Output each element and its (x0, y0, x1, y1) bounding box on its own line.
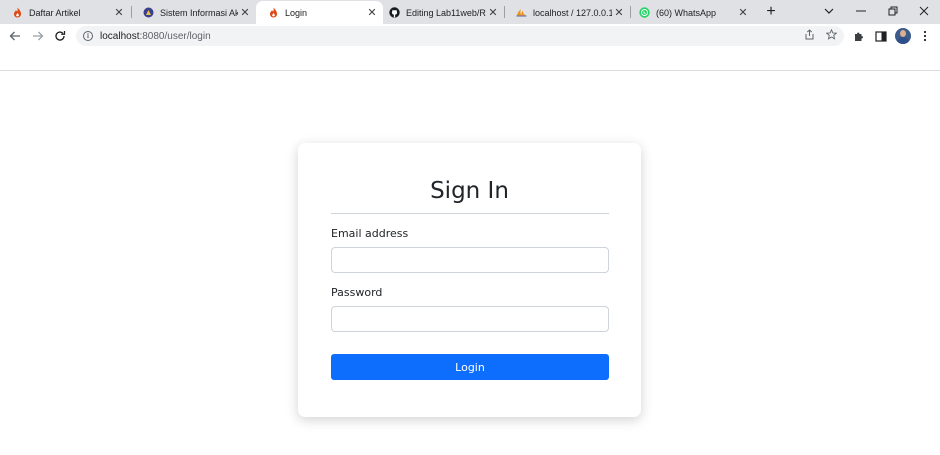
close-icon[interactable]: ✕ (736, 6, 750, 20)
flame-icon (268, 7, 279, 18)
chevron-down-icon (824, 8, 834, 14)
close-window-button[interactable] (915, 3, 933, 19)
title-divider (331, 213, 609, 214)
close-icon[interactable]: ✕ (238, 6, 252, 20)
tab-search-button[interactable] (820, 3, 838, 19)
login-button[interactable]: Login (331, 354, 609, 380)
github-icon (389, 7, 400, 18)
minimize-button[interactable] (852, 3, 870, 19)
star-icon[interactable] (825, 28, 838, 43)
minimize-icon (856, 10, 866, 12)
page-top-divider (0, 70, 940, 71)
url-host: localhost (100, 30, 140, 42)
phpmyadmin-icon (516, 7, 527, 18)
tab-title: (60) WhatsApp (656, 7, 717, 18)
back-button[interactable] (7, 28, 23, 44)
avatar-body (897, 37, 909, 44)
tab-sistem-informasi[interactable]: Sistem Informasi Akad ✕ (131, 1, 256, 24)
email-field[interactable] (331, 247, 609, 273)
kebab-menu-icon[interactable] (918, 29, 932, 43)
page-title: Sign In (430, 178, 509, 204)
url-text: localhost:8080/user/login (100, 31, 211, 42)
forward-button[interactable] (30, 28, 46, 44)
url-path: :8080/user/login (139, 30, 211, 42)
tab-login[interactable]: Login ✕ (256, 1, 383, 24)
avatar[interactable] (895, 28, 911, 44)
reload-icon (55, 31, 66, 41)
tab-daftar-artikel[interactable]: Daftar Artikel ✕ (0, 1, 130, 24)
info-icon[interactable]: i (83, 31, 93, 41)
tab-title: Editing Lab11web/RE/ (406, 7, 486, 18)
login-card: Sign In Email address Password Login (298, 143, 641, 417)
tab-title: localhost / 127.0.0.1 / (533, 7, 612, 18)
tab-title: Daftar Artikel (29, 7, 81, 18)
tab-github-editing[interactable]: Editing Lab11web/RE/ ✕ (377, 1, 504, 24)
arrow-left-icon (9, 31, 20, 41)
restore-icon (888, 6, 898, 16)
avatar-face (900, 30, 906, 37)
flame-icon (12, 7, 23, 18)
extensions-icon[interactable] (852, 29, 866, 43)
tab-title: Sistem Informasi Akad (160, 7, 238, 18)
tab-whatsapp[interactable]: (60) WhatsApp ✕ (627, 1, 754, 24)
arrow-right-icon (33, 31, 44, 41)
close-icon[interactable]: ✕ (486, 6, 500, 20)
new-tab-button[interactable]: + (762, 3, 780, 21)
address-bar[interactable]: i localhost:8080/user/login (76, 26, 844, 46)
close-icon[interactable]: ✕ (112, 6, 126, 20)
close-icon[interactable]: ✕ (612, 6, 626, 20)
whatsapp-icon (639, 7, 650, 18)
email-label: Email address (331, 227, 409, 240)
tab-strip: Daftar Artikel ✕ Sistem Informasi Akad ✕… (0, 0, 940, 24)
share-icon[interactable] (804, 29, 815, 43)
tab-title: Login (285, 7, 308, 18)
close-icon (919, 6, 929, 16)
tab-phpmyadmin[interactable]: localhost / 127.0.0.1 / ✕ (504, 1, 630, 24)
university-icon (143, 7, 154, 18)
browser-toolbar: i localhost:8080/user/login (0, 24, 940, 48)
restore-button[interactable] (884, 3, 902, 19)
reload-button[interactable] (52, 28, 68, 44)
password-label: Password (331, 286, 383, 299)
password-field[interactable] (331, 306, 609, 332)
side-panel-icon[interactable] (874, 29, 888, 43)
